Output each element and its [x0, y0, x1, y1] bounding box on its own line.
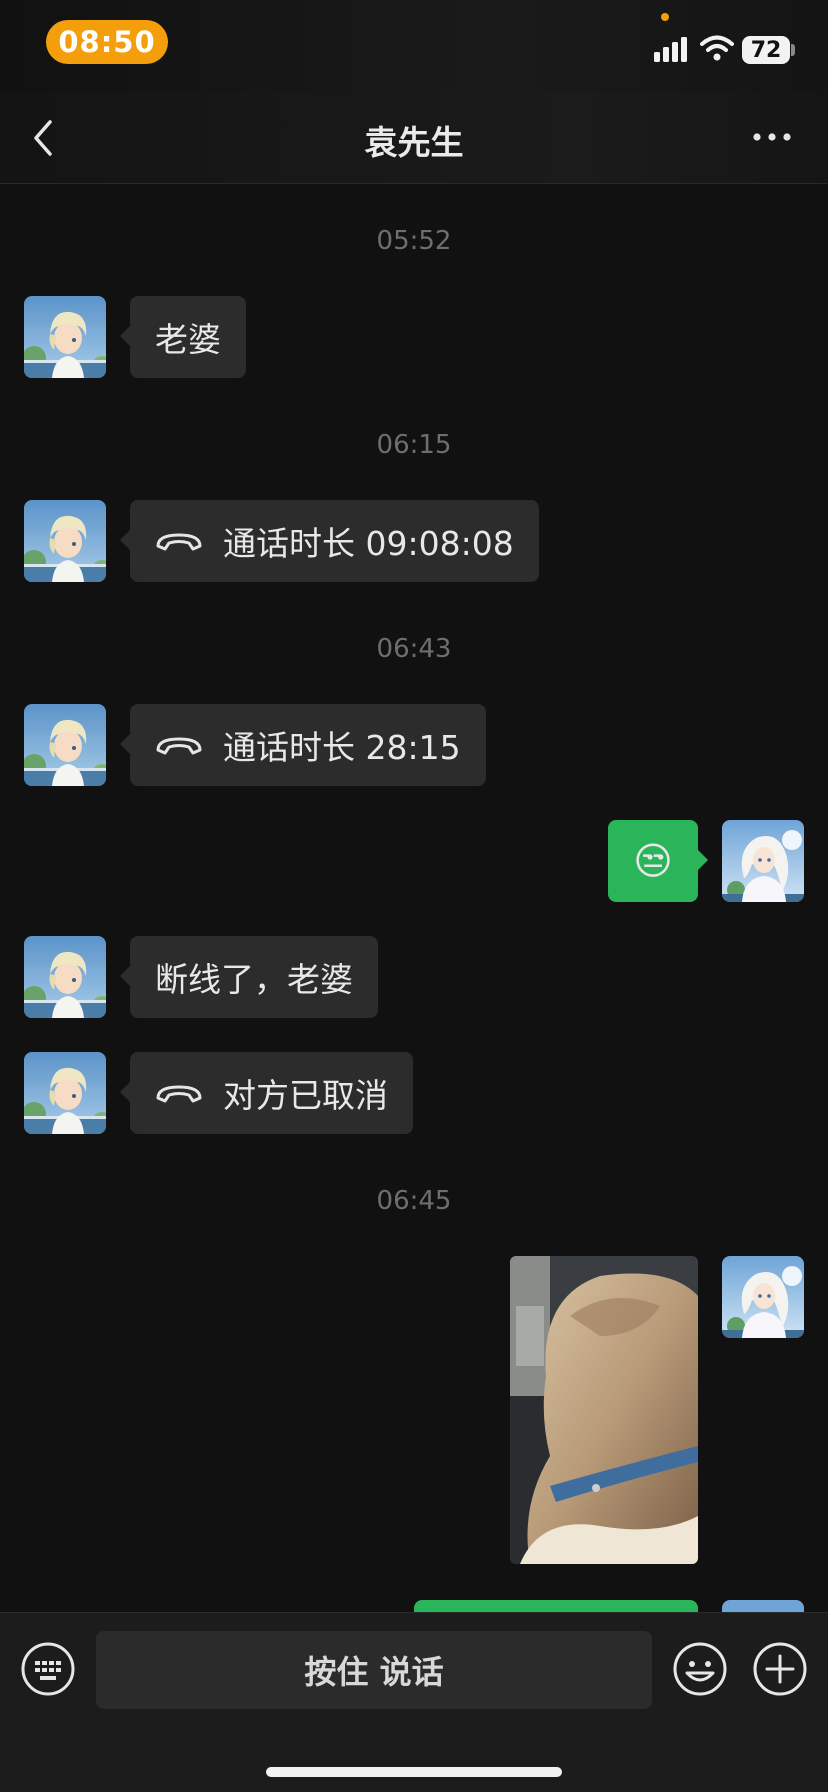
contact-avatar[interactable]: [24, 1052, 106, 1134]
smile-icon[interactable]: [672, 1641, 728, 1697]
contact-avatar[interactable]: [24, 500, 106, 582]
more-icon[interactable]: [752, 130, 792, 144]
call-duration-text: 通话时长 28:15: [223, 728, 461, 767]
my-avatar-partial[interactable]: [722, 1600, 804, 1612]
status-time: 08:50: [46, 20, 168, 64]
message-timestamp: 06:43: [376, 634, 452, 664]
call-record-bubble[interactable]: 对方已取消: [120, 1052, 413, 1134]
call-record-bubble[interactable]: 通话时长 09:08:08: [120, 500, 539, 582]
phone-hangup-icon: [156, 533, 202, 551]
status-bar: 08:50 72: [0, 0, 828, 92]
my-avatar[interactable]: [722, 1256, 804, 1338]
keyboard-icon[interactable]: [20, 1641, 76, 1697]
image-message-dog-photo[interactable]: [510, 1256, 698, 1564]
call-duration-text: 通话时长 09:08:08: [223, 524, 514, 563]
hold-to-talk-button[interactable]: 按住 说话: [96, 1631, 652, 1709]
message-timestamp: 05:52: [376, 226, 452, 256]
unamused-emoji: 😒: [633, 839, 673, 883]
signal-icon: [654, 37, 687, 62]
message-bubble-incoming[interactable]: 老婆: [120, 296, 246, 378]
contact-avatar[interactable]: [24, 936, 106, 1018]
home-indicator: [266, 1767, 562, 1777]
call-record-bubble[interactable]: 通话时长 28:15: [120, 704, 486, 786]
battery-cap: [791, 44, 795, 56]
privacy-indicator-dot: [661, 13, 669, 21]
message-timestamp: 06:15: [376, 430, 452, 460]
wifi-icon: [700, 35, 734, 61]
contact-avatar[interactable]: [24, 296, 106, 378]
input-bar: 按住 说话: [0, 1612, 828, 1792]
chat-title: 袁先生: [364, 123, 464, 162]
chat-header: 袁先生: [0, 92, 828, 184]
message-text: 老婆: [155, 320, 221, 359]
message-bubble-outgoing-partial[interactable]: [414, 1600, 698, 1612]
plus-icon[interactable]: [752, 1641, 808, 1697]
message-bubble-incoming[interactable]: 断线了，老婆: [120, 936, 378, 1018]
message-bubble-outgoing[interactable]: 😒: [608, 820, 708, 902]
phone-hangup-icon: [156, 1085, 202, 1103]
message-timestamp: 06:45: [376, 1186, 452, 1216]
call-status-text: 对方已取消: [223, 1076, 388, 1115]
message-text: 断线了，老婆: [155, 960, 353, 999]
contact-avatar[interactable]: [24, 704, 106, 786]
phone-hangup-icon: [156, 737, 202, 755]
battery-level: 72: [742, 36, 790, 64]
my-avatar[interactable]: [722, 820, 804, 902]
